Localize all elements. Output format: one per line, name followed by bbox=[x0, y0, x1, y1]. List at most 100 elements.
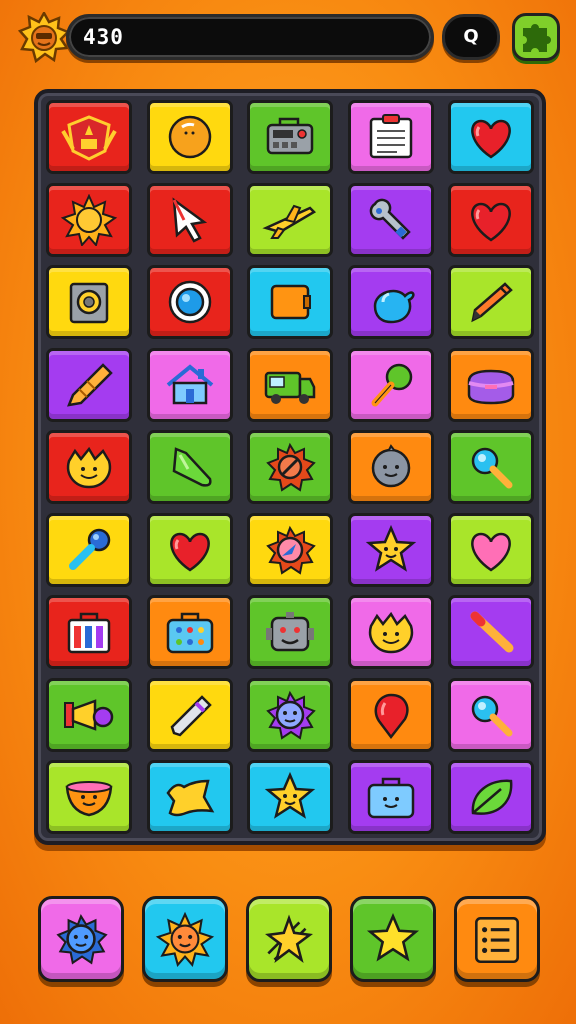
pen-icon bbox=[170, 694, 212, 736]
board-tile-r2-c1[interactable] bbox=[46, 182, 132, 257]
truck-icon bbox=[264, 371, 316, 404]
toolbox-icon bbox=[166, 612, 213, 654]
score-bar: 430 bbox=[66, 14, 434, 60]
blue-gear-face-icon bbox=[56, 913, 108, 965]
orange-ball-icon bbox=[168, 115, 211, 159]
board-tile-r3-c5[interactable] bbox=[448, 265, 534, 339]
board-tile-r9-c2[interactable] bbox=[146, 760, 233, 834]
heart-icon bbox=[169, 532, 210, 572]
pink-heart-icon bbox=[471, 532, 511, 572]
board-tile-r6-c2[interactable] bbox=[146, 512, 233, 587]
magnifier-icon bbox=[471, 695, 513, 736]
gear-face-icon bbox=[266, 690, 316, 740]
pencil-icon bbox=[471, 282, 513, 323]
board-tile-r3-c2[interactable] bbox=[146, 265, 233, 339]
board-tile-r7-c1[interactable] bbox=[46, 595, 132, 669]
board-tile-r9-c4[interactable] bbox=[347, 760, 434, 834]
house-icon bbox=[166, 363, 213, 404]
board-tile-r3-c1[interactable] bbox=[46, 265, 132, 339]
microphone-icon bbox=[69, 528, 111, 570]
board-tile-r2-c2[interactable] bbox=[146, 182, 233, 257]
search-button[interactable]: Q bbox=[442, 14, 500, 60]
gray-blob-icon bbox=[371, 444, 410, 488]
puzzle-piece-icon bbox=[523, 24, 551, 52]
crest-emblem-icon bbox=[61, 115, 117, 161]
toolbar-button-yellow-star[interactable] bbox=[350, 896, 436, 982]
water-drop-icon bbox=[373, 289, 415, 324]
board-tile-r5-c4[interactable] bbox=[347, 430, 434, 504]
clipboard-icon bbox=[369, 114, 412, 159]
board-tile-r6-c1[interactable] bbox=[46, 512, 132, 587]
board-tile-r1-c4[interactable] bbox=[347, 100, 434, 174]
score-value: 430 bbox=[83, 25, 124, 49]
case-face-icon bbox=[367, 777, 414, 819]
board-tile-r5-c2[interactable] bbox=[146, 430, 233, 504]
heart-icon bbox=[471, 202, 511, 242]
board-tile-r7-c4[interactable] bbox=[347, 595, 434, 669]
list-menu-icon bbox=[475, 917, 519, 964]
sun-badge-icon[interactable] bbox=[17, 10, 71, 64]
board-tile-r6-c4[interactable] bbox=[347, 512, 434, 587]
board-tile-r4-c2[interactable] bbox=[146, 347, 233, 422]
sun-face-icon bbox=[155, 911, 215, 967]
toolbar-button-list-menu[interactable] bbox=[454, 896, 540, 982]
cursor-arrow-icon bbox=[172, 196, 207, 243]
robot-face-icon bbox=[266, 612, 314, 652]
board-tile-r2-c3[interactable] bbox=[247, 182, 333, 257]
star-face-icon bbox=[264, 771, 316, 819]
board-tile-r9-c1[interactable] bbox=[46, 760, 132, 834]
board-tile-r2-c5[interactable] bbox=[448, 182, 534, 257]
board-tile-r1-c5[interactable] bbox=[448, 100, 534, 174]
baton-icon bbox=[470, 611, 514, 653]
banner-icon bbox=[165, 779, 214, 817]
board-tile-r8-c5[interactable] bbox=[448, 677, 534, 752]
board-tile-r7-c2[interactable] bbox=[146, 595, 233, 669]
green-pepper-icon bbox=[172, 447, 212, 487]
board-tile-r3-c4[interactable] bbox=[347, 265, 434, 339]
board-tile-r5-c5[interactable] bbox=[448, 430, 534, 504]
board-tile-r1-c3[interactable] bbox=[247, 100, 333, 174]
toolbar-button-blue-gear-face[interactable] bbox=[38, 896, 124, 982]
board-tile-r6-c5[interactable] bbox=[448, 512, 534, 587]
board-tile-r4-c5[interactable] bbox=[448, 347, 534, 422]
board-tile-r3-c3[interactable] bbox=[247, 265, 333, 339]
orange-block-icon bbox=[270, 284, 311, 320]
sparkle-star-icon bbox=[265, 914, 313, 963]
star-face-icon bbox=[365, 524, 416, 572]
maraca-icon bbox=[371, 363, 412, 406]
magnifier-icon bbox=[471, 447, 513, 489]
board-tile-r4-c3[interactable] bbox=[247, 347, 333, 422]
board-tile-r9-c3[interactable] bbox=[247, 760, 333, 834]
yellow-star-icon bbox=[366, 912, 420, 962]
board-tile-r5-c1[interactable] bbox=[46, 430, 132, 504]
megaphone-icon bbox=[64, 698, 114, 731]
speaker-icon bbox=[69, 282, 109, 324]
board-tile-r1-c2[interactable] bbox=[146, 100, 233, 174]
board-tile-r8-c4[interactable] bbox=[347, 677, 434, 752]
paint-tubes-icon bbox=[67, 612, 111, 654]
board-tile-r7-c3[interactable] bbox=[247, 595, 333, 669]
crayon-icon bbox=[67, 362, 113, 407]
lunchbox-icon bbox=[467, 369, 515, 404]
bowl-face-icon bbox=[65, 781, 113, 817]
board-tile-r4-c4[interactable] bbox=[347, 347, 434, 422]
board-tile-r1-c1[interactable] bbox=[46, 100, 132, 174]
board-tile-r8-c3[interactable] bbox=[247, 677, 333, 752]
smiling-leaf-icon bbox=[368, 611, 413, 654]
board-tile-r5-c3[interactable] bbox=[247, 430, 333, 504]
board-tile-r8-c1[interactable] bbox=[46, 677, 132, 752]
radio-device-icon bbox=[266, 117, 314, 155]
board-tile-r7-c5[interactable] bbox=[448, 595, 534, 669]
game-board bbox=[34, 89, 546, 845]
board-tile-r6-c3[interactable] bbox=[247, 512, 333, 587]
no-sign-gear-icon bbox=[266, 442, 316, 492]
board-tile-r8-c2[interactable] bbox=[146, 677, 233, 752]
board-tile-r4-c1[interactable] bbox=[46, 347, 132, 422]
red-balloon-icon bbox=[374, 693, 409, 739]
board-tile-r9-c5[interactable] bbox=[448, 760, 534, 834]
compass-gear-icon bbox=[266, 525, 316, 575]
toolbar-button-sun-face[interactable] bbox=[142, 896, 228, 982]
puzzle-button[interactable] bbox=[512, 13, 560, 61]
board-tile-r2-c4[interactable] bbox=[347, 182, 434, 257]
toolbar-button-sparkle-star[interactable] bbox=[246, 896, 332, 982]
